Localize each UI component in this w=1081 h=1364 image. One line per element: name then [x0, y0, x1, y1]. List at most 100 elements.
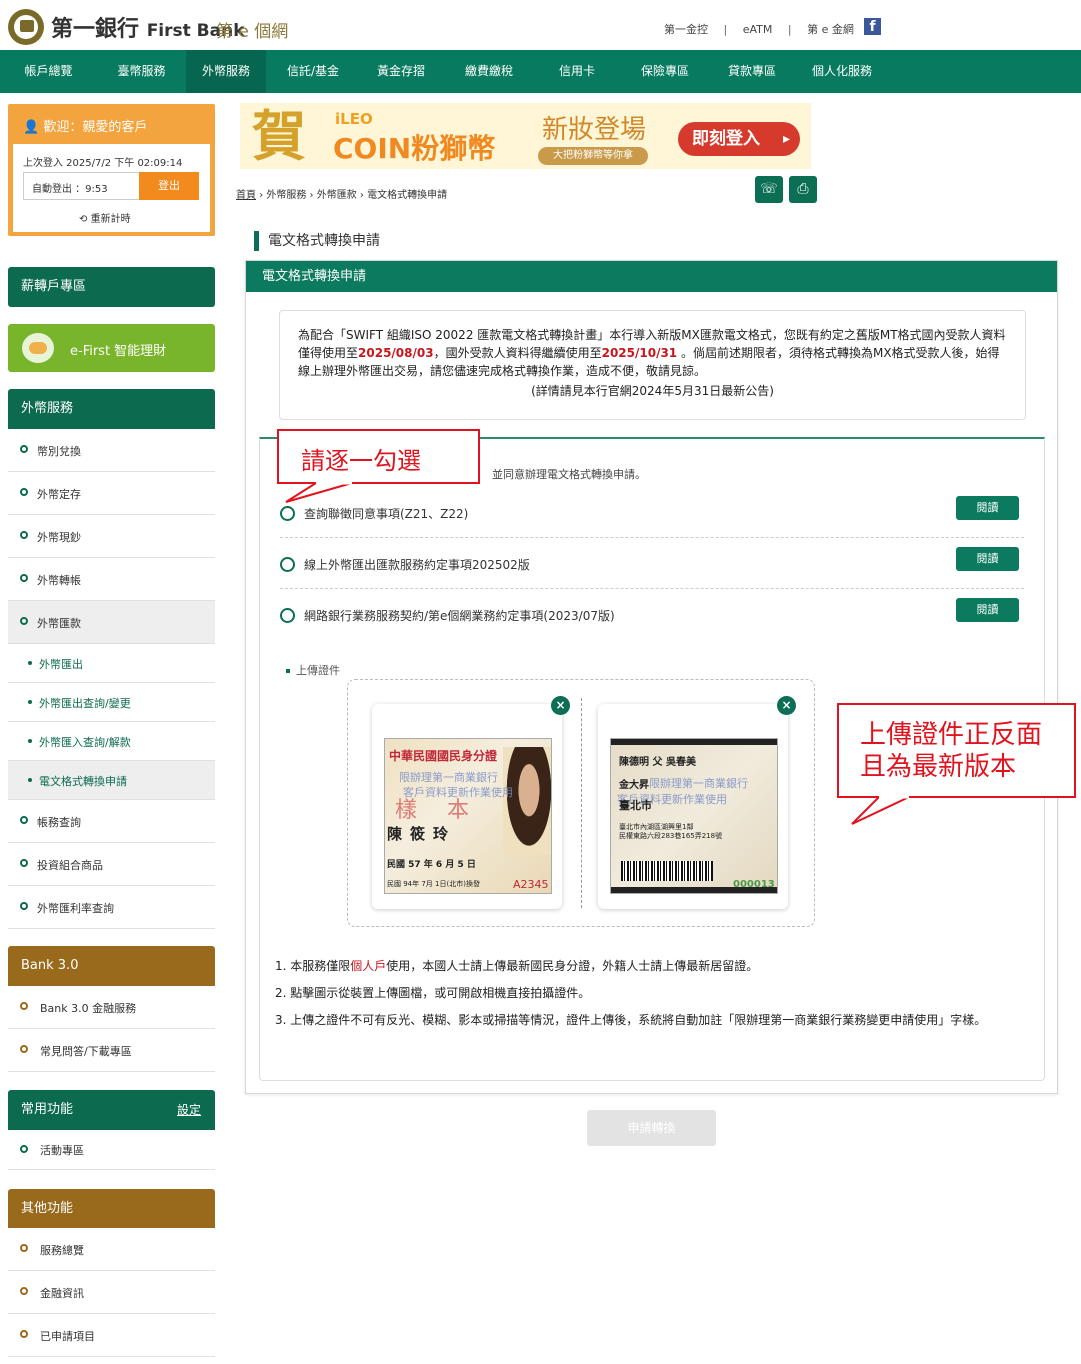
bullet-icon: [28, 739, 32, 743]
breadcrumb-path: › 外幣服務 › 外幣匯款 › 電文格式轉換申請: [259, 190, 448, 201]
term-checkbox[interactable]: [280, 506, 295, 521]
common-setting-link[interactable]: 設定: [177, 1090, 201, 1130]
nav-payment-tax[interactable]: 繳費繳稅: [442, 50, 536, 93]
note-item: 3. 上傳之證件不可有反光、模糊、影本或掃描等情況，證件上傳後，系統將自動加註「…: [275, 1013, 987, 1027]
card-edge: [611, 739, 777, 745]
reset-timer-button[interactable]: ⟲ 重新計時: [79, 210, 131, 225]
bullet-icon: [20, 902, 28, 910]
sidebar-item-label: 已申請項目: [40, 1330, 95, 1343]
sidebar-common-head: 常用功能 設定: [8, 1090, 215, 1130]
sidebar-item-label: 投資組合商品: [37, 859, 103, 872]
callout-tail-2: [851, 796, 910, 825]
nav-forex-service[interactable]: 外幣服務: [186, 50, 266, 93]
session-box: 上次登入 2025/7/2 下午 02:09:14 自動登出 ：9:53 登出 …: [13, 144, 210, 232]
sidebar-item-label: 外幣匯入查詢/解款: [39, 736, 131, 749]
sidebar-item-remittance[interactable]: 外幣匯款: [8, 601, 215, 644]
nav-twd-service[interactable]: 臺幣服務: [97, 50, 186, 93]
upload-area[interactable]: × 中華民國國民身分證 限辦理第一商業銀行 客戶資料更新作業使用 樣本 陳筱玲 …: [347, 679, 815, 927]
banner-coin: COIN粉獅幣: [333, 132, 496, 165]
nav-personal[interactable]: 個人化服務: [792, 50, 892, 93]
sidebar-item-events[interactable]: 活動專區: [8, 1130, 215, 1170]
efirst-button[interactable]: e-First 智能理財: [8, 324, 215, 372]
sidebar-item-transfer[interactable]: 外幣轉帳: [8, 558, 215, 601]
banner-new-look: 新妝登場: [542, 115, 647, 145]
remove-back-icon[interactable]: ×: [777, 696, 796, 715]
top-header: 第一銀行 First Bank 第 e 個網 第一金控 | eATM | 第 e…: [0, 0, 1081, 50]
read-button[interactable]: 閱讀: [956, 598, 1019, 622]
breadcrumb: 首頁 › 外幣服務 › 外幣匯款 › 電文格式轉換申請: [236, 186, 447, 201]
notice-date-foreign: 2025/10/31: [601, 346, 678, 360]
apply-convert-button[interactable]: 申請轉換: [587, 1110, 716, 1146]
sidebar-item-deposit[interactable]: 外幣定存: [8, 472, 215, 515]
term-checkbox[interactable]: [280, 557, 295, 572]
sidebar-sub-remit-out[interactable]: 外幣匯出: [8, 644, 215, 683]
panel-title: 電文格式轉換申請: [246, 261, 1057, 292]
sidebar-bank30-head: Bank 3.0: [8, 946, 215, 986]
link-e-bank[interactable]: 第 e 金網: [807, 23, 854, 36]
remove-front-icon[interactable]: ×: [551, 696, 570, 715]
separator: |: [723, 23, 728, 36]
nav-insurance[interactable]: 保險專區: [618, 50, 712, 93]
sidebar-item-account-query[interactable]: 帳務查詢: [8, 800, 215, 843]
bank-logo-icon[interactable]: [8, 9, 44, 45]
print-icon[interactable]: ⎙: [789, 176, 817, 203]
upload-label: 上傳證件: [286, 662, 340, 678]
notice-box: 為配合「SWIFT 組織ISO 20022 匯款電文格式轉換計畫」本行導入新版M…: [279, 310, 1026, 420]
form-panel: 電文格式轉換申請 為配合「SWIFT 組織ISO 20022 匯款電文格式轉換計…: [245, 260, 1058, 1094]
sidebar-item-exchange[interactable]: 幣別兌換: [8, 429, 215, 472]
id-back-birthplace: 臺北市: [619, 799, 652, 812]
link-first-holding[interactable]: 第一金控: [664, 23, 708, 36]
welcome-greeting: 👤 歡迎：親愛的客戶: [23, 116, 147, 135]
sidebar-item-label: 服務總覽: [40, 1244, 84, 1257]
greeting-text: 歡迎：親愛的客戶: [43, 120, 148, 135]
portrait-photo: [503, 747, 551, 855]
nav-loan[interactable]: 貸款專區: [712, 50, 792, 93]
upload-divider: [581, 698, 582, 908]
term-row: 線上外幣匯出匯款服務約定事項202502版 閱讀: [280, 547, 1024, 589]
sidebar-item-applied[interactable]: 已申請項目: [8, 1314, 215, 1357]
sidebar-salary[interactable]: 薪轉戶專區: [8, 267, 215, 307]
notice-date-domestic: 2025/08/03: [358, 346, 434, 360]
banner-login-button[interactable]: 即刻登入: [678, 122, 800, 156]
id-front-upload[interactable]: × 中華民國國民身分證 限辦理第一商業銀行 客戶資料更新作業使用 樣本 陳筱玲 …: [372, 696, 570, 909]
sidebar-item-bank30-service[interactable]: Bank 3.0 金融服務: [8, 986, 215, 1029]
nav-credit-card[interactable]: 信用卡: [536, 50, 618, 93]
id-back-spouse: 金大昇: [619, 780, 649, 791]
sidebar-item-cash[interactable]: 外幣現鈔: [8, 515, 215, 558]
user-icon: 👤: [23, 120, 40, 135]
sidebar-sub-remit-query[interactable]: 外幣匯出查詢/變更: [8, 683, 215, 722]
nav-trust-fund[interactable]: 信託/基金: [266, 50, 360, 93]
term-label: 網路銀行業務服務契約/第e個網業務約定事項(2023/07版): [304, 609, 615, 623]
sidebar-item-financial-info[interactable]: 金融資訊: [8, 1271, 215, 1314]
banner-ileo: iLEO: [335, 110, 373, 128]
nav-gold[interactable]: 黃金存摺: [360, 50, 442, 93]
sidebar-item-faq[interactable]: 常見問答/下載專區: [8, 1029, 215, 1072]
notice-part: ，國外受款人資料得繼續使用至: [433, 346, 602, 360]
phone-icon[interactable]: ☏: [755, 176, 783, 203]
note-highlight: 個人戶: [350, 959, 387, 973]
term-checkbox[interactable]: [280, 608, 295, 623]
link-eatm[interactable]: eATM: [743, 23, 773, 36]
sidebar-item-label: 外幣現鈔: [37, 531, 81, 544]
promo-banner[interactable]: 賀 iLEO COIN粉獅幣 新妝登場 大把粉獅幣等你拿 即刻登入: [240, 103, 811, 169]
sidebar-item-label: Bank 3.0 金融服務: [40, 1002, 137, 1015]
facebook-icon[interactable]: f: [864, 18, 881, 35]
sidebar-item-portfolio[interactable]: 投資組合商品: [8, 843, 215, 886]
sidebar-item-rates[interactable]: 外幣匯利率查詢: [8, 886, 215, 929]
banner-subtitle: 大把粉獅幣等你拿: [538, 147, 648, 165]
logout-button[interactable]: 登出: [139, 172, 199, 200]
term-label: 線上外幣匯出匯款服務約定事項202502版: [304, 558, 530, 572]
nav-account-overview[interactable]: 帳戶總覽: [0, 50, 97, 93]
sidebar-forex-head: 外幣服務: [8, 389, 215, 429]
breadcrumb-home[interactable]: 首頁: [236, 190, 256, 201]
read-button[interactable]: 閱讀: [956, 547, 1019, 571]
sidebar-sub-format-convert[interactable]: 電文格式轉換申請: [8, 761, 215, 800]
sidebar-item-label: 外幣定存: [37, 488, 81, 501]
id-name: 陳筱玲: [387, 825, 457, 843]
read-button[interactable]: 閱讀: [956, 496, 1019, 520]
bullet-icon: [20, 816, 28, 824]
sidebar-sub-remit-in[interactable]: 外幣匯入查詢/解款: [8, 722, 215, 761]
id-back-upload[interactable]: × 陳德明 父 吳春美 金大昇 限辦理第一商業銀行 客戶資料更新作業使用 臺北市…: [598, 696, 796, 909]
sidebar-other-head: 其他功能: [8, 1189, 215, 1229]
sidebar-item-service-overview[interactable]: 服務總覽: [8, 1228, 215, 1271]
